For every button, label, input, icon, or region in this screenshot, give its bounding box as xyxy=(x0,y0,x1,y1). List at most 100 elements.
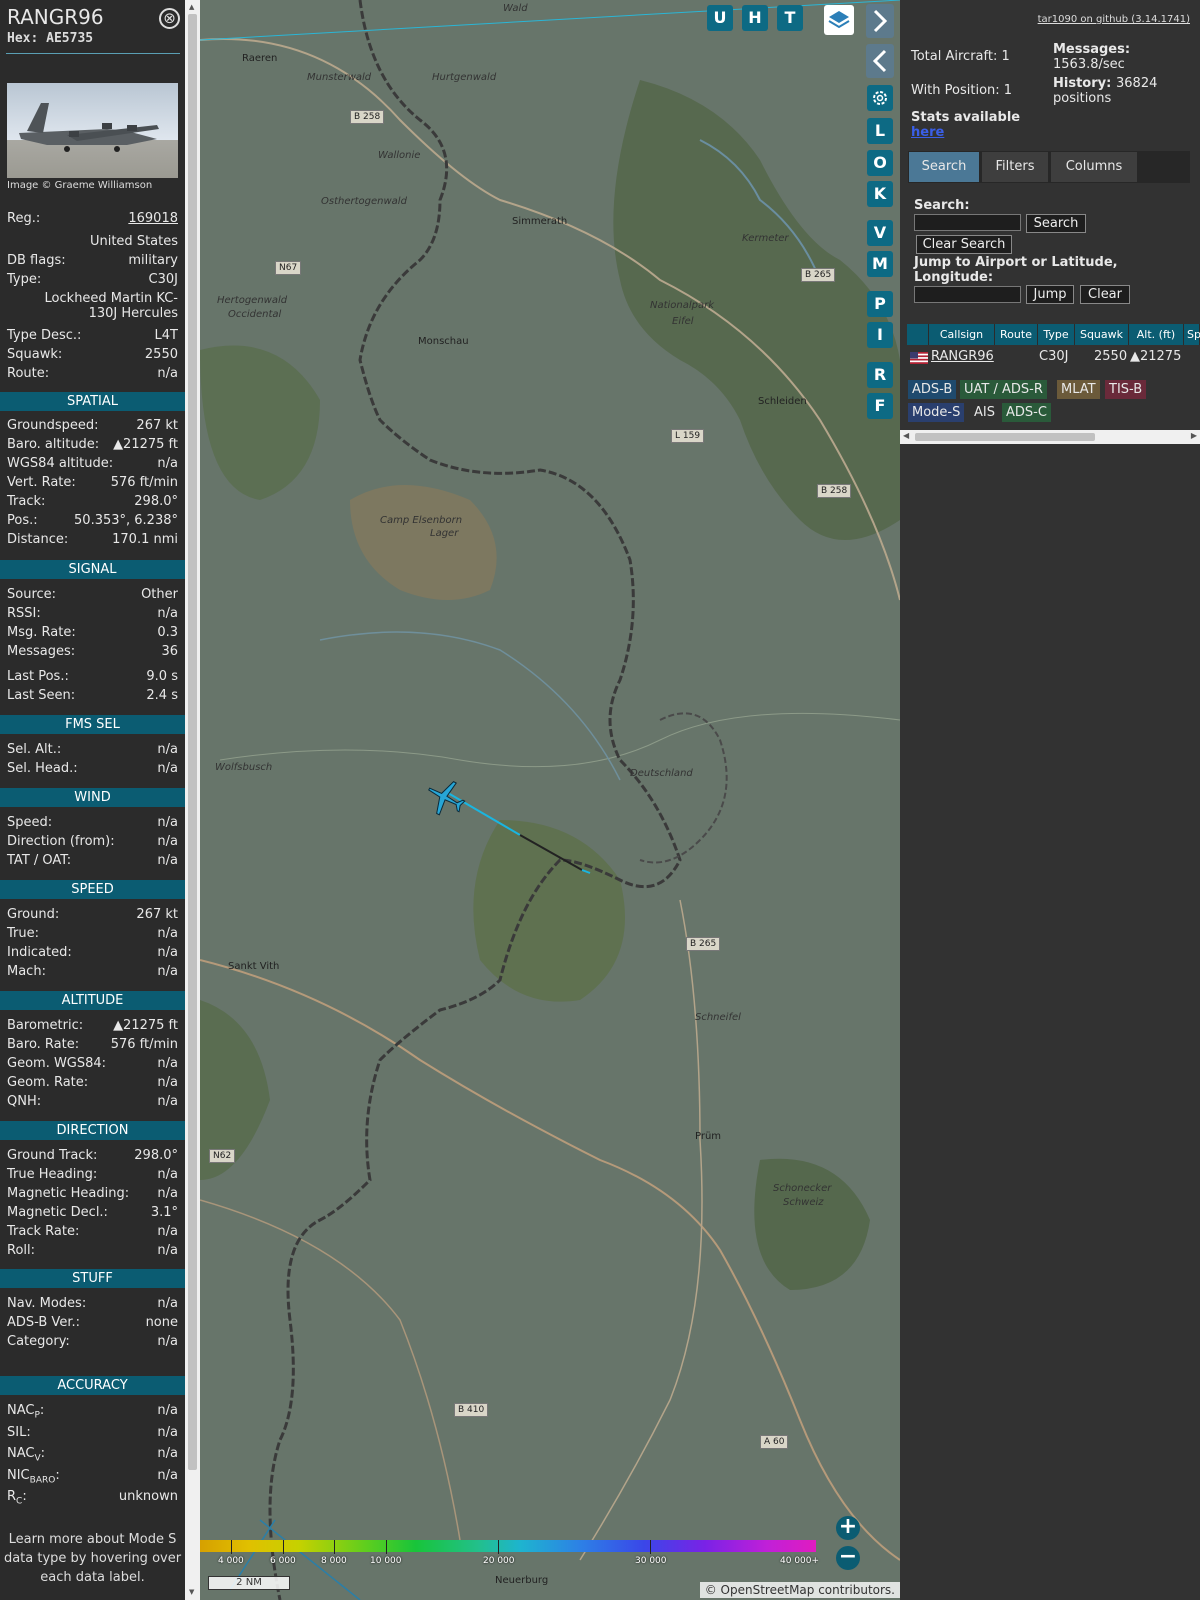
info-row: Track Rate: n/a xyxy=(7,1224,178,1243)
map-button-o[interactable]: O xyxy=(867,150,893,176)
map-attribution[interactable]: © OpenStreetMap contributors. xyxy=(699,1582,900,1598)
map-view[interactable]: Raeren Munsterwald Hurtgenwald Wald Wallonie… xyxy=(200,0,900,1600)
column-altitude[interactable]: Alt. (ft) xyxy=(1129,324,1184,345)
search-input[interactable] xyxy=(914,214,1021,231)
scroll-right-icon[interactable]: ▶ xyxy=(1191,431,1197,440)
info-row-label[interactable]: Msg. Rate: xyxy=(7,625,76,640)
info-row-label[interactable]: RSSI: xyxy=(7,606,41,621)
info-row-label[interactable]: Groundspeed: xyxy=(7,418,98,433)
accuracy-label[interactable]: NACV: xyxy=(7,1446,45,1464)
info-row-label[interactable]: Barometric: xyxy=(7,1018,83,1033)
scroll-up-icon[interactable]: ▲ xyxy=(189,3,194,11)
clear-button[interactable]: Clear xyxy=(1080,285,1130,304)
map-button-v[interactable]: V xyxy=(867,220,893,246)
info-row-label[interactable]: Mach: xyxy=(7,964,46,979)
map-button-h[interactable]: H xyxy=(742,5,768,31)
map-button-t[interactable]: T xyxy=(777,5,803,31)
info-row-label[interactable]: Track: xyxy=(7,494,45,509)
info-row-label[interactable]: WGS84 altitude: xyxy=(7,456,113,471)
info-row-label[interactable]: Geom. WGS84: xyxy=(7,1056,106,1071)
info-row-label[interactable]: True Heading: xyxy=(7,1167,97,1182)
map-button-p[interactable]: P xyxy=(867,291,893,317)
reg-link[interactable]: 169018 xyxy=(128,211,178,226)
scroll-left-icon[interactable]: ◀ xyxy=(903,431,909,440)
info-row-label[interactable]: Sel. Alt.: xyxy=(7,742,61,757)
row-callsign[interactable]: RANGR96 xyxy=(931,349,994,364)
accuracy-row: NICBARO: n/a xyxy=(7,1468,178,1487)
info-row-label[interactable]: Last Pos.: xyxy=(7,669,69,684)
column-callsign[interactable]: Callsign xyxy=(929,324,995,345)
scrollbar-thumb[interactable] xyxy=(188,14,197,1470)
map-button-u[interactable]: U xyxy=(707,5,733,31)
info-scrollbar[interactable]: ▲ ▼ xyxy=(185,0,200,1600)
jump-button[interactable]: Jump xyxy=(1026,285,1074,304)
tab-search[interactable]: Search xyxy=(909,152,979,182)
close-icon[interactable]: ⊗ xyxy=(159,8,180,29)
zoom-out-button[interactable]: − xyxy=(836,1546,860,1570)
column-speed[interactable]: Sp xyxy=(1184,324,1200,345)
map-button-k[interactable]: K xyxy=(867,181,893,207)
stats-link[interactable]: here xyxy=(911,125,944,141)
aircraft-list-panel: tar1090 on github (3.14.1741) Total Airc… xyxy=(900,0,1200,1600)
table-hscrollbar[interactable]: ◀ ▶ xyxy=(900,430,1200,444)
info-row-label[interactable]: Nav. Modes: xyxy=(7,1296,86,1311)
github-link[interactable]: tar1090 on github (3.14.1741) xyxy=(1038,14,1190,25)
info-row-label[interactable]: True: xyxy=(7,926,39,941)
info-row-label[interactable]: Direction (from): xyxy=(7,834,115,849)
info-row-label[interactable]: Ground Track: xyxy=(7,1148,97,1163)
info-row-label[interactable]: Roll: xyxy=(7,1243,35,1258)
info-row-label[interactable]: Sel. Head.: xyxy=(7,761,78,776)
search-button[interactable]: Search xyxy=(1026,214,1086,233)
zoom-in-button[interactable]: + xyxy=(836,1516,860,1540)
info-row-label[interactable]: Ground: xyxy=(7,907,59,922)
expand-right-button[interactable] xyxy=(866,4,894,38)
tab-columns[interactable]: Columns xyxy=(1051,152,1137,182)
map-button-m[interactable]: M xyxy=(867,251,893,277)
info-row-label[interactable]: Source: xyxy=(7,587,56,602)
aircraft-marker-icon[interactable] xyxy=(425,777,467,819)
info-row-label[interactable]: Messages: xyxy=(7,644,75,659)
info-row-label[interactable]: Baro. altitude: xyxy=(7,437,99,452)
map-button-f[interactable]: F xyxy=(867,393,893,419)
clear-search-button[interactable]: Clear Search xyxy=(916,235,1012,254)
map-button-i[interactable]: I xyxy=(867,322,893,348)
accuracy-label[interactable]: RC: xyxy=(7,1489,27,1507)
info-row-label[interactable]: Distance: xyxy=(7,532,68,547)
scroll-down-icon[interactable]: ▼ xyxy=(189,1588,194,1596)
info-row-label[interactable]: Geom. Rate: xyxy=(7,1075,88,1090)
info-row-label[interactable]: TAT / OAT: xyxy=(7,853,71,868)
column-flag[interactable] xyxy=(907,324,929,345)
info-row-label[interactable]: Last Seen: xyxy=(7,688,75,703)
column-route[interactable]: Route xyxy=(995,324,1038,345)
accuracy-label[interactable]: NACP: xyxy=(7,1403,44,1421)
column-squawk[interactable]: Squawk xyxy=(1075,324,1129,345)
colorbar-tick xyxy=(498,1540,499,1554)
messages-value: 1563.8/sec xyxy=(1053,57,1125,72)
info-row-label[interactable]: Category: xyxy=(7,1334,70,1349)
info-row-label[interactable]: Baro. Rate: xyxy=(7,1037,79,1052)
info-row-label[interactable]: Speed: xyxy=(7,815,52,830)
info-row: Sel. Alt.: n/a xyxy=(7,742,178,761)
tab-filters[interactable]: Filters xyxy=(982,152,1048,182)
collapse-left-button[interactable] xyxy=(866,44,894,78)
info-row-label[interactable]: Pos.: xyxy=(7,513,38,528)
info-row-label[interactable]: ADS-B Ver.: xyxy=(7,1315,80,1330)
column-type[interactable]: Type xyxy=(1038,324,1075,345)
info-row-label[interactable]: Magnetic Decl.: xyxy=(7,1205,108,1220)
info-row-label[interactable]: Magnetic Heading: xyxy=(7,1186,129,1201)
map-button-l[interactable]: L xyxy=(867,118,893,144)
map-button-r[interactable]: R xyxy=(867,362,893,388)
jump-input[interactable] xyxy=(914,286,1021,303)
accuracy-label[interactable]: NICBARO: xyxy=(7,1468,60,1486)
info-row-value: n/a xyxy=(157,1334,178,1349)
settings-button[interactable] xyxy=(867,85,893,111)
info-row-value: 36 xyxy=(161,644,178,659)
hscroll-thumb[interactable] xyxy=(915,433,1095,441)
accuracy-label[interactable]: SIL: xyxy=(7,1425,31,1440)
info-row-label[interactable]: Indicated: xyxy=(7,945,72,960)
aircraft-photo[interactable] xyxy=(7,83,178,178)
info-row-label[interactable]: Vert. Rate: xyxy=(7,475,76,490)
layers-button[interactable] xyxy=(824,5,854,35)
info-row-label[interactable]: Track Rate: xyxy=(7,1224,79,1239)
info-row-label[interactable]: QNH: xyxy=(7,1094,41,1109)
